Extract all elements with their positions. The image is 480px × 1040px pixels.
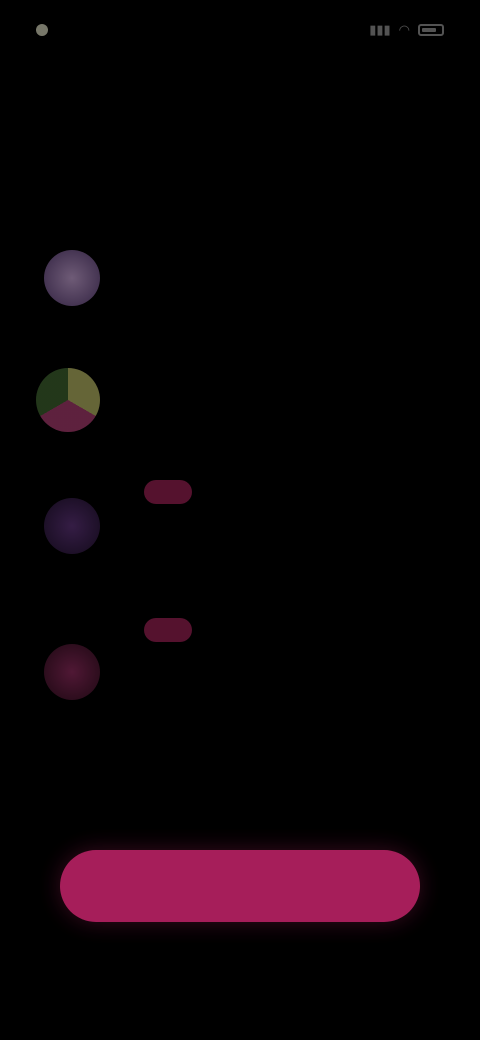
- feature-item: [32, 340, 432, 432]
- feature-title: [132, 340, 432, 368]
- status-badge: [144, 618, 192, 642]
- signal-icon: ▮▮▮: [369, 22, 391, 37]
- status-left: [36, 24, 58, 36]
- status-bar: ▮▮▮ ◠: [0, 0, 480, 60]
- status-indicator-icon: [36, 24, 48, 36]
- status-right: ▮▮▮ ◠: [369, 22, 444, 38]
- feature-4-icon: [44, 644, 100, 700]
- feature-1-icon: [44, 250, 100, 306]
- feature-title: [132, 232, 432, 260]
- feature-item: [32, 478, 432, 554]
- feature-title: [132, 616, 432, 644]
- feature-item: [32, 616, 432, 700]
- wifi-icon: ◠: [398, 22, 410, 37]
- feature-3-icon: [44, 498, 100, 554]
- battery-icon: [418, 24, 444, 36]
- feature-2-icon: [36, 368, 100, 432]
- primary-cta-button[interactable]: [60, 850, 420, 922]
- status-badge: [144, 480, 192, 504]
- feature-title: [132, 478, 432, 506]
- feature-item: [32, 232, 432, 306]
